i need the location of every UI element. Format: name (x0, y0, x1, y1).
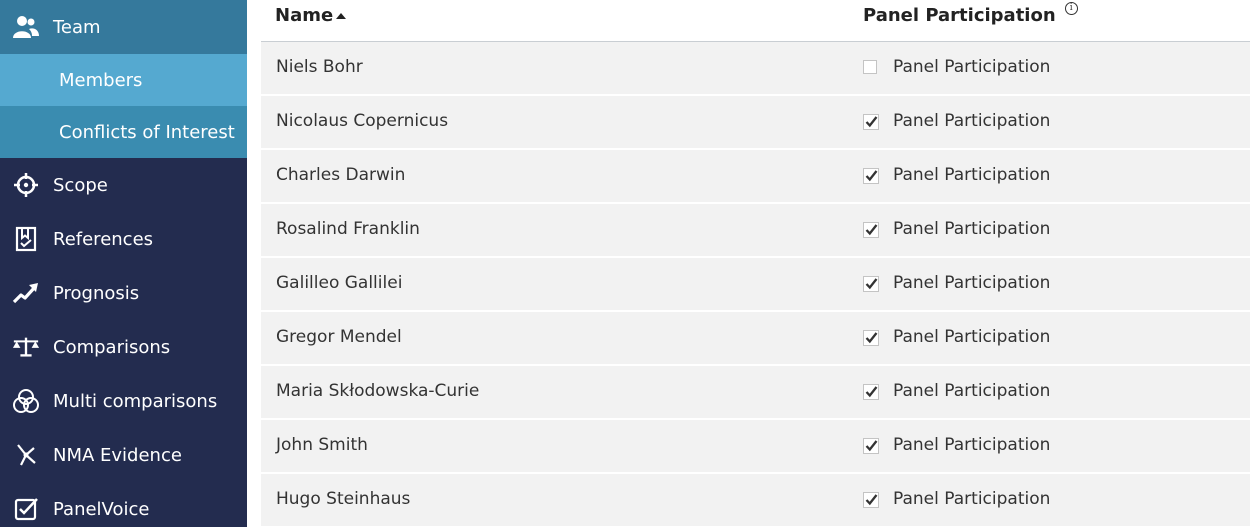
panel-participation-checkbox[interactable] (863, 492, 879, 508)
sidebar-item-label: Members (59, 69, 143, 91)
sidebar-item-conflicts-of-interest[interactable]: Conflicts of Interest (0, 106, 247, 158)
sidebar-item-label: Prognosis (53, 282, 140, 304)
nma-evidence-icon (12, 441, 40, 469)
member-name: John Smith (276, 435, 368, 455)
table-row: Niels Bohr Panel Participation (261, 42, 1250, 96)
checkmark-icon (863, 114, 879, 130)
panel-participation-checkbox[interactable] (863, 276, 879, 292)
table-row: John Smith Panel Participation (261, 420, 1250, 474)
panel-participation-label[interactable]: Panel Participation (893, 381, 1050, 401)
sidebar-item-label: Team (53, 16, 101, 38)
prognosis-icon (12, 279, 40, 307)
sidebar-item-label: PanelVoice (53, 498, 150, 520)
scope-icon (12, 171, 40, 199)
panel-participation-label[interactable]: Panel Participation (893, 273, 1050, 293)
table-row: Nicolaus Copernicus Panel Participation (261, 96, 1250, 150)
member-name: Niels Bohr (276, 57, 363, 77)
sidebar-item-label: Scope (53, 174, 108, 196)
checkmark-icon (863, 276, 879, 292)
sidebar-item-label: References (53, 228, 154, 250)
sidebar-item-members[interactable]: Members (0, 54, 247, 106)
checkmark-icon (863, 222, 879, 238)
member-name: Nicolaus Copernicus (276, 111, 449, 131)
table-row: Gregor Mendel Panel Participation (261, 312, 1250, 366)
sidebar-item-label: Comparisons (53, 336, 171, 358)
members-table: Name Panel Participation i Niels Bohr Pan… (261, 0, 1250, 527)
panel-participation-label[interactable]: Panel Participation (893, 165, 1050, 185)
checkmark-icon (863, 438, 879, 454)
panel-participation-checkbox[interactable] (863, 222, 879, 238)
panel-participation-label[interactable]: Panel Participation (893, 111, 1050, 131)
panel-participation-checkbox[interactable] (863, 384, 879, 400)
panel-participation-checkbox[interactable] (863, 168, 879, 184)
sidebar-item-nma-evidence[interactable]: NMA Evidence (0, 428, 247, 482)
panel-participation-checkbox[interactable] (863, 438, 879, 454)
table-row: Rosalind Franklin Panel Participation (261, 204, 1250, 258)
sidebar-item-panelvoice[interactable]: PanelVoice (0, 482, 247, 527)
sidebar-item-multi-comparisons[interactable]: Multi comparisons (0, 374, 247, 428)
checkmark-icon (863, 330, 879, 346)
table-header: Name Panel Participation i (261, 0, 1250, 42)
participation-column-header: Panel Participation i (863, 2, 1078, 26)
sidebar-item-references[interactable]: References (0, 212, 247, 266)
sidebar-item-team[interactable]: Team (0, 0, 247, 54)
sidebar-item-scope[interactable]: Scope (0, 158, 247, 212)
member-name: Rosalind Franklin (276, 219, 420, 239)
sidebar-item-prognosis[interactable]: Prognosis (0, 266, 247, 320)
info-icon[interactable]: i (1064, 2, 1078, 15)
team-icon (12, 13, 40, 41)
member-name: Maria Skłodowska-Curie (276, 381, 480, 401)
sidebar-item-label: Conflicts of Interest (59, 121, 235, 143)
member-name: Charles Darwin (276, 165, 406, 185)
panel-participation-label[interactable]: Panel Participation (893, 57, 1050, 77)
checkmark-icon (863, 168, 879, 184)
panelvoice-icon (12, 495, 40, 523)
member-name: Galilleo Gallilei (276, 273, 403, 293)
checkmark-icon (863, 384, 879, 400)
panel-participation-checkbox[interactable] (863, 114, 879, 130)
sidebar-item-label: Multi comparisons (53, 390, 218, 412)
multi-comparisons-icon (12, 387, 40, 415)
table-row: Maria Skłodowska-Curie Panel Participatio… (261, 366, 1250, 420)
table-row: Hugo Steinhaus Panel Participation (261, 474, 1250, 527)
panel-participation-label[interactable]: Panel Participation (893, 327, 1050, 347)
sidebar: Team Members Conflicts of Interest Scope (0, 0, 247, 527)
app: Team Members Conflicts of Interest Scope (0, 0, 1250, 527)
table-row: Galilleo Gallilei Panel Participation (261, 258, 1250, 312)
references-icon (12, 225, 40, 253)
participation-column-label: Panel Participation (863, 5, 1056, 26)
name-column-header[interactable]: Name (275, 5, 347, 26)
table-row: Charles Darwin Panel Participation (261, 150, 1250, 204)
member-name: Hugo Steinhaus (276, 489, 411, 509)
sort-ascending-icon (336, 12, 347, 19)
checkmark-icon (863, 492, 879, 508)
panel-participation-checkbox[interactable] (863, 60, 877, 74)
panel-participation-checkbox[interactable] (863, 330, 879, 346)
panel-participation-label[interactable]: Panel Participation (893, 489, 1050, 509)
panel-participation-label[interactable]: Panel Participation (893, 219, 1050, 239)
member-name: Gregor Mendel (276, 327, 402, 347)
comparisons-icon (12, 333, 40, 361)
sidebar-item-comparisons[interactable]: Comparisons (0, 320, 247, 374)
panel-participation-label[interactable]: Panel Participation (893, 435, 1050, 455)
name-column-label: Name (275, 5, 334, 26)
sidebar-item-label: NMA Evidence (53, 444, 182, 466)
